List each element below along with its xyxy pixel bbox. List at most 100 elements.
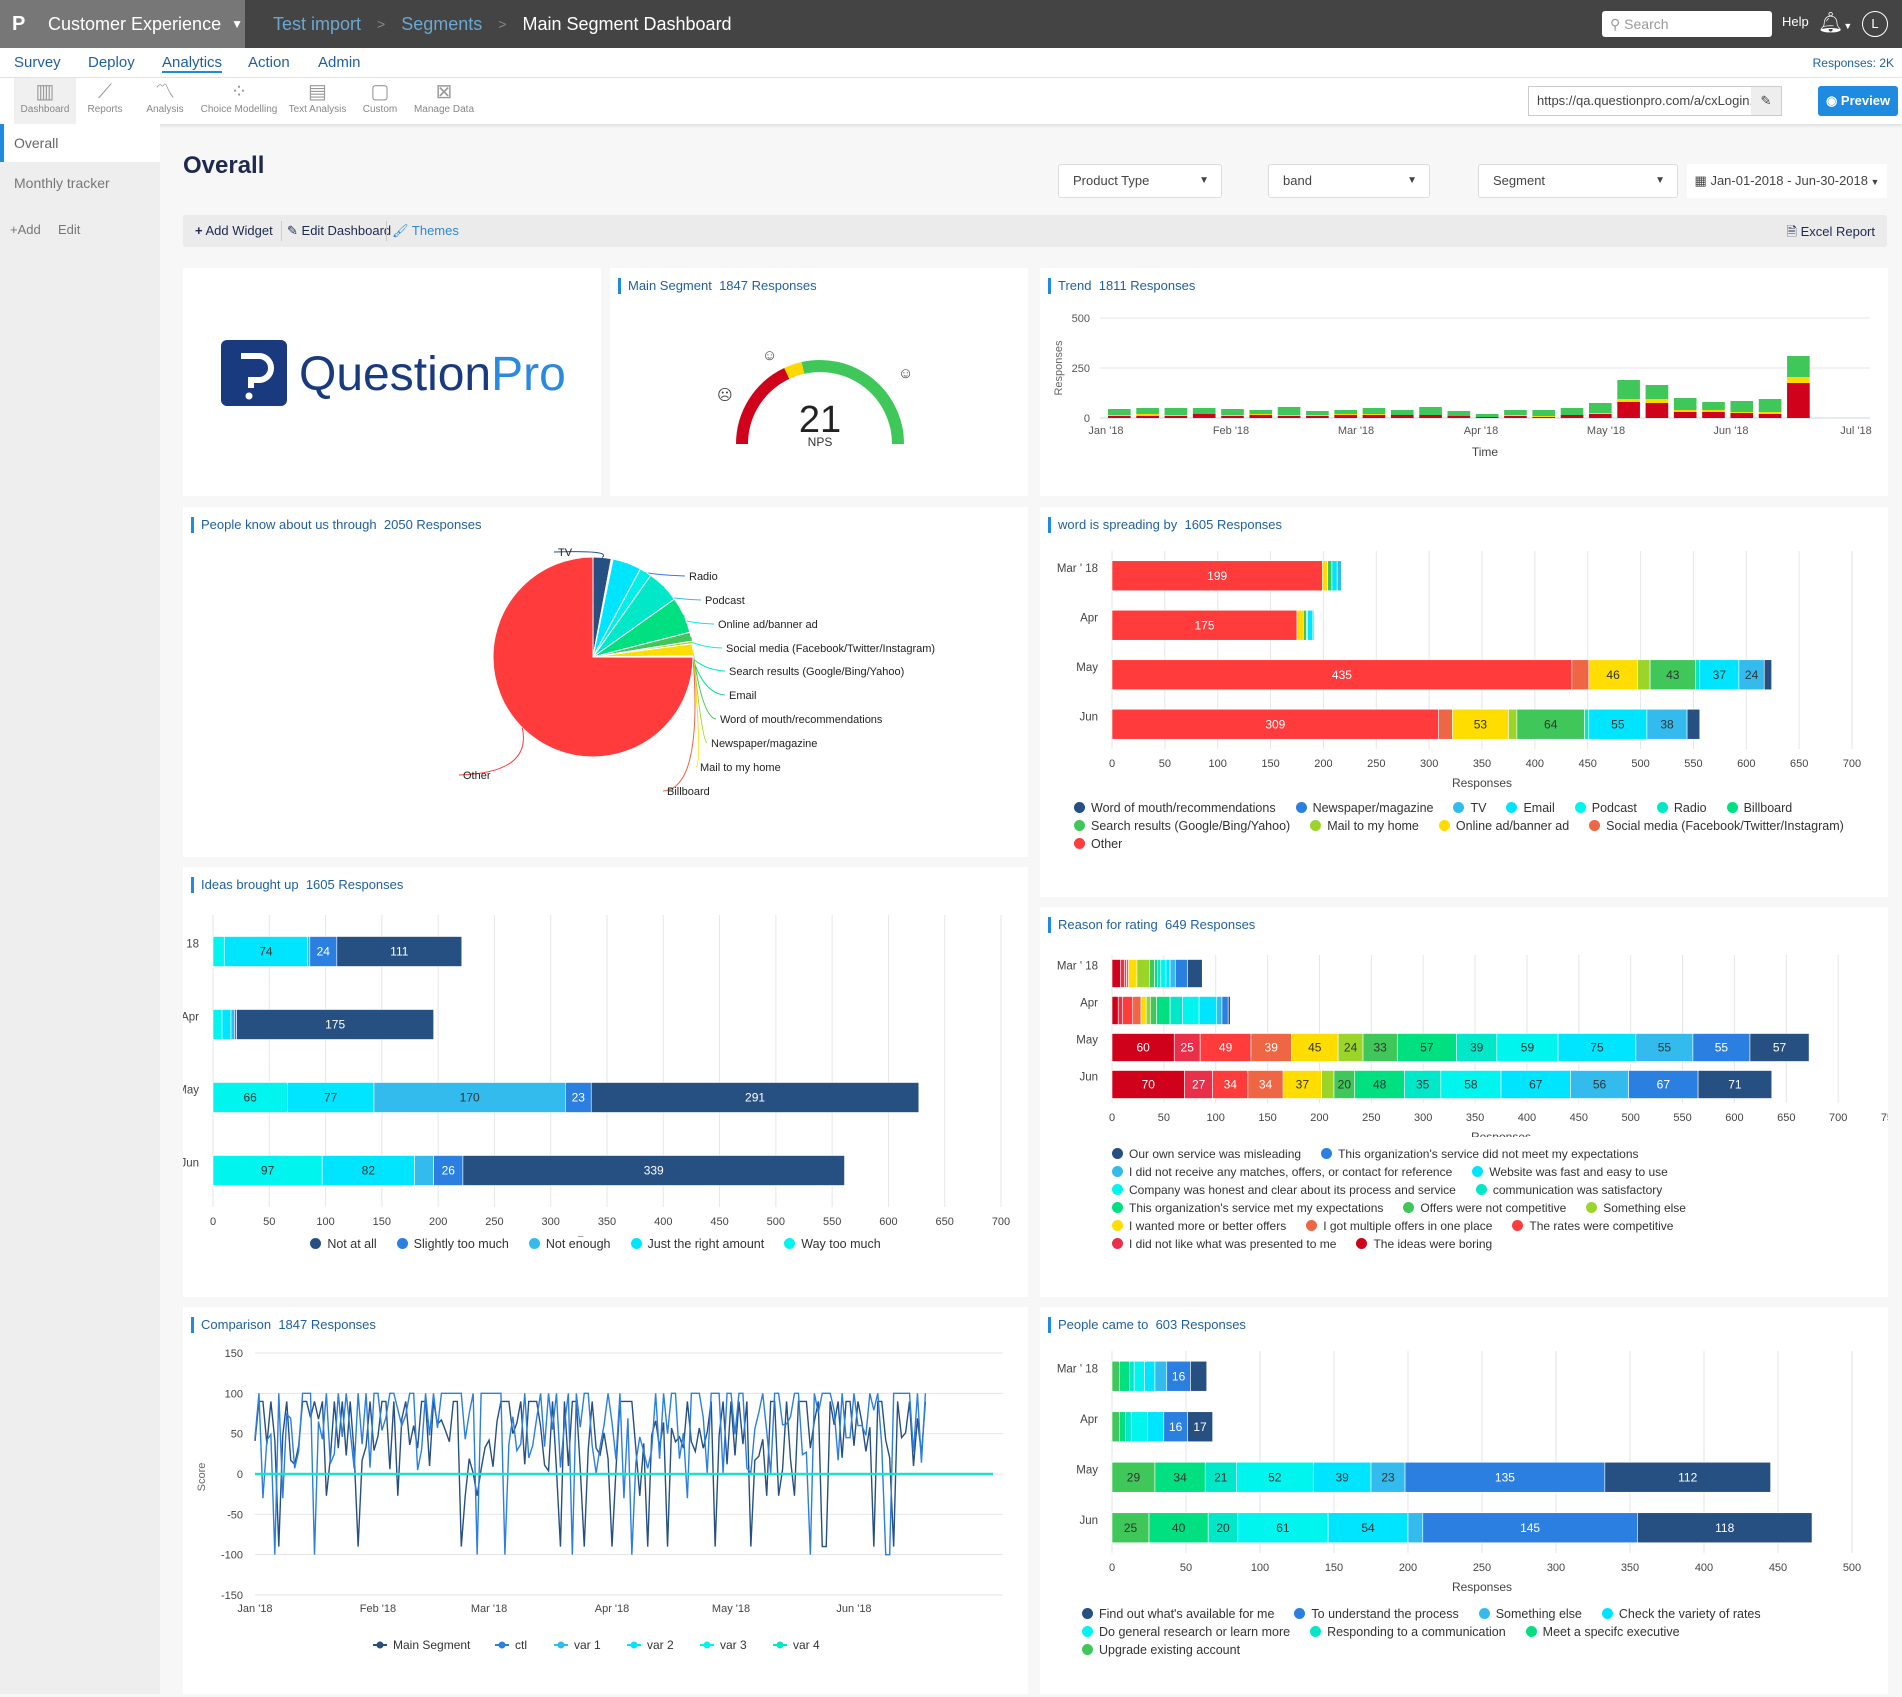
legend-item[interactable]: Just the right amount	[630, 1235, 764, 1253]
sidebar-item-monthly-tracker[interactable]: Monthly tracker	[0, 164, 160, 202]
legend-item[interactable]: This organization's service did not meet…	[1321, 1145, 1639, 1163]
legend-item[interactable]: Upgrade existing account	[1082, 1641, 1240, 1659]
pencil-icon[interactable]: ✎	[1751, 87, 1781, 115]
excel-report-button[interactable]: 🗎 Excel Report	[1787, 223, 1876, 245]
bar-value-label: 23	[1381, 1470, 1395, 1484]
toolbar-text-analysis[interactable]: ▤ Text Analysis	[285, 78, 350, 124]
filter-product-type[interactable]: Product Type ▼	[1058, 164, 1222, 198]
bar-value-label: 112	[1678, 1470, 1697, 1484]
toolbar-manage-data[interactable]: ⊠ Manage Data	[412, 78, 476, 124]
legend-item[interactable]: communication was satisfactory	[1475, 1181, 1662, 1199]
legend-item[interactable]: Billboard	[1726, 799, 1792, 817]
edit-dashboard-button[interactable]: ✎ Edit Dashboard	[287, 223, 391, 239]
ideas-widget: Ideas brought up 1605 Responses 0 50 100 15…	[158, 867, 1028, 1297]
app-switcher[interactable]: P Customer Experience ▼	[0, 0, 245, 48]
bar-value-label: 75	[1590, 1041, 1604, 1055]
filter-band[interactable]: band ▼	[1268, 164, 1430, 198]
legend-item[interactable]: Podcast	[1574, 799, 1637, 817]
nav-action[interactable]: Action	[248, 54, 290, 71]
legend-item[interactable]: The ideas were boring	[1356, 1235, 1492, 1253]
legend-item[interactable]: Company was honest and clear about its p…	[1112, 1181, 1456, 1199]
legend-item[interactable]: Email	[1506, 799, 1555, 817]
legend-item[interactable]: Slightly too much	[396, 1235, 509, 1253]
bar-segment	[1508, 708, 1518, 740]
breadcrumb-segments[interactable]: Segments	[401, 14, 482, 35]
legend-label: Search results (Google/Bing/Yahoo)	[1091, 819, 1291, 833]
y-tick-label: 0	[1084, 413, 1090, 425]
help-link[interactable]: Help	[1782, 14, 1809, 29]
sidebar-item-overall[interactable]: Overall	[0, 124, 160, 162]
ideas-legend: Not at all Slightly too much Not enough Jus…	[183, 1235, 1028, 1253]
sidebar-add-link[interactable]: +Add	[10, 222, 41, 237]
legend-item[interactable]: I did not receive any matches, offers, o…	[1112, 1163, 1452, 1181]
legend-item[interactable]: Check the variety of rates	[1601, 1605, 1761, 1623]
search-input[interactable]: ⚲ Search	[1602, 11, 1772, 37]
legend-item[interactable]: The rates were competitive	[1512, 1217, 1673, 1235]
bar-segment	[1144, 1360, 1156, 1392]
legend-item[interactable]: This organization's service met my expec…	[1112, 1199, 1383, 1217]
nav-analytics[interactable]: Analytics	[162, 54, 223, 73]
nav-admin[interactable]: Admin	[318, 54, 361, 71]
bar-value-label: 291	[745, 1091, 765, 1105]
toolbar-reports[interactable]: ⟋ Reports	[80, 78, 130, 124]
legend-item[interactable]: Way too much	[784, 1235, 881, 1253]
avatar[interactable]: L	[1862, 11, 1888, 37]
legend-item[interactable]: TV	[1453, 799, 1486, 817]
legend-item[interactable]: To understand the process	[1294, 1605, 1459, 1623]
legend-item[interactable]: Not enough	[528, 1235, 611, 1253]
trend-bar	[1730, 401, 1754, 412]
legend-item[interactable]: Radio	[1656, 799, 1707, 817]
legend-item[interactable]: Mail to my home	[1310, 817, 1419, 835]
trend-bar	[1249, 414, 1273, 415]
legend-item[interactable]: Something else	[1586, 1199, 1686, 1217]
x-tick-label: 650	[936, 1216, 954, 1228]
pie-label: Newspaper/magazine	[711, 738, 817, 750]
bar-value-label: 58	[1464, 1078, 1478, 1092]
x-axis-title: Time	[1472, 445, 1499, 459]
toolbar-analysis[interactable]: 〽 Analysis	[140, 78, 190, 124]
bar-segment	[1128, 959, 1138, 988]
legend-item[interactable]: Our own service was misleading	[1112, 1145, 1301, 1163]
preview-button[interactable]: ◉ Preview	[1818, 86, 1898, 116]
date-range-picker[interactable]: ▦ Jan-01-2018 - Jun-30-2018 ▼	[1687, 164, 1887, 198]
legend-item[interactable]: I wanted more or better offers	[1112, 1217, 1286, 1235]
nav-survey[interactable]: Survey	[14, 54, 61, 71]
legend-item[interactable]: Other	[1074, 835, 1122, 853]
legend-item[interactable]: Website was fast and easy to use	[1472, 1163, 1668, 1181]
legend-item[interactable]: Something else	[1478, 1605, 1582, 1623]
bar-value-label: 64	[1544, 717, 1558, 731]
legend-item[interactable]: Meet a specifc executive	[1525, 1623, 1680, 1641]
legend-item[interactable]: Not at all	[310, 1235, 377, 1253]
survey-url-field[interactable]: https://qa.questionpro.com/a/cxLogin.do?…	[1528, 86, 1782, 116]
responses-count: Responses: 2K	[1812, 56, 1894, 70]
legend-item[interactable]: Newspaper/magazine	[1295, 799, 1433, 817]
nav-deploy[interactable]: Deploy	[88, 54, 135, 71]
legend-item[interactable]: Responding to a communication	[1310, 1623, 1506, 1641]
legend-item[interactable]: Search results (Google/Bing/Yahoo)	[1074, 817, 1290, 835]
legend-item[interactable]: Social media (Facebook/Twitter/Instagram…	[1589, 817, 1844, 835]
toolbar-dashboard[interactable]: ▥ Dashboard	[14, 78, 76, 124]
breadcrumb-test-import[interactable]: Test import	[273, 14, 361, 35]
bar-value-label: 23	[572, 1091, 586, 1105]
legend-item[interactable]: Find out what's available for me	[1082, 1605, 1274, 1623]
sidebar-edit-link[interactable]: Edit	[58, 222, 80, 237]
add-widget-button[interactable]: + Add Widget	[195, 223, 273, 238]
trend-bar	[1589, 414, 1612, 418]
filter-segment[interactable]: Segment ▼	[1478, 164, 1678, 198]
trend-bar	[1560, 415, 1584, 418]
trend-bar	[1673, 410, 1697, 412]
themes-button[interactable]: 🖌︎ Themes	[392, 223, 459, 239]
legend-item[interactable]: Word of mouth/recommendations	[1074, 799, 1276, 817]
bell-icon[interactable]: 🔔︎▼	[1818, 10, 1852, 35]
legend-item[interactable]: Online ad/banner ad	[1438, 817, 1569, 835]
legend-item[interactable]: Offers were not competitive	[1403, 1199, 1566, 1217]
trend-bar	[1164, 415, 1188, 416]
x-tick-label: 400	[654, 1216, 672, 1228]
toolbar-choice-modelling[interactable]: ⁘ Choice Modelling	[198, 78, 280, 124]
toolbar-custom[interactable]: ▢ Custom	[358, 78, 402, 124]
legend-item[interactable]: I got multiple offers in one place	[1306, 1217, 1492, 1235]
bar-value-label: 34	[1259, 1078, 1273, 1092]
legend-item[interactable]: I did not like what was presented to me	[1112, 1235, 1336, 1253]
plus-icon: +	[195, 223, 203, 238]
legend-item[interactable]: Do general research or learn more	[1082, 1623, 1290, 1641]
